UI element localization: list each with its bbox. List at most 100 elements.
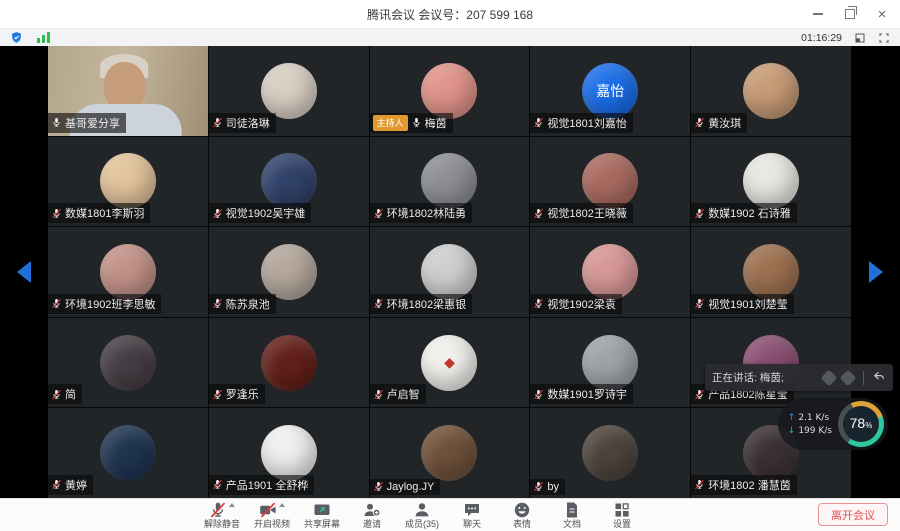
- avatar: [582, 335, 638, 391]
- reply-arrow-icon[interactable]: [871, 369, 886, 387]
- participant-tile[interactable]: 罗逢乐: [209, 318, 369, 408]
- participant-tile[interactable]: 主持人 梅茵: [370, 46, 530, 136]
- participant-tile[interactable]: 环境1902班李思敏: [48, 227, 208, 317]
- participant-name: 视觉1802王晓薇: [547, 205, 626, 221]
- participant-tile[interactable]: 数媒1901罗诗宇: [530, 318, 690, 408]
- minimize-button[interactable]: [810, 6, 826, 22]
- avatar: [743, 244, 799, 300]
- participant-tile[interactable]: 产品1901 全舒桦: [209, 408, 369, 498]
- caret-up-icon[interactable]: [229, 503, 235, 507]
- participant-nametag: 黄汝琪: [691, 113, 747, 133]
- toolbar-button[interactable]: 聊天: [449, 501, 496, 529]
- toolbar-button-label: 邀请: [363, 520, 381, 529]
- network-signal-icon[interactable]: [37, 32, 50, 43]
- participant-tile[interactable]: 简: [48, 318, 208, 408]
- participant-nametag: 视觉1801刘嘉怡: [530, 113, 632, 133]
- mic-status-icon: [533, 117, 544, 128]
- participant-tile[interactable]: 嘉怡 视觉1801刘嘉怡: [530, 46, 690, 136]
- layout-switch-icon[interactable]: [854, 32, 866, 44]
- avatar: [100, 153, 156, 209]
- participant-name: Jaylog.JY: [387, 481, 435, 493]
- caret-up-icon[interactable]: [279, 503, 285, 507]
- participant-nametag: 视觉1901刘楚莹: [691, 294, 793, 314]
- participant-tile[interactable]: 视觉1902吴宇雄: [209, 137, 369, 227]
- security-shield-icon[interactable]: [10, 31, 23, 44]
- next-page-arrow[interactable]: [869, 261, 883, 283]
- close-button[interactable]: ×: [874, 6, 890, 22]
- toolbar-button-label: 设置: [613, 520, 631, 529]
- toolbar-button[interactable]: 共享屏幕: [299, 501, 346, 529]
- avatar: [261, 244, 317, 300]
- toolbar-button-label: 开启视频: [254, 520, 290, 529]
- speaking-toast-text: 正在讲话: 梅茵;: [712, 370, 784, 385]
- avatar: [743, 153, 799, 209]
- participant-tile[interactable]: 视觉1902梁袁: [530, 227, 690, 317]
- participant-name: 数媒1801李斯羽: [65, 205, 144, 221]
- window-titlebar: 腾讯会议 会议号：207 599 168 ×: [0, 0, 900, 29]
- participant-nametag: 环境1802梁惠银: [370, 294, 472, 314]
- participant-nametag: 基哥爱分享: [48, 113, 126, 133]
- participant-name: 视觉1902梁袁: [547, 296, 615, 312]
- participant-nametag: 主持人 梅茵: [370, 113, 453, 133]
- meeting-timer: 01:16:29: [801, 32, 842, 44]
- avatar: [421, 244, 477, 300]
- participant-tile[interactable]: 基哥爱分享: [48, 46, 208, 136]
- participant-tile[interactable]: by: [530, 408, 690, 498]
- prev-page-arrow[interactable]: [17, 261, 31, 283]
- participant-tile[interactable]: Jaylog.JY: [370, 408, 530, 498]
- toast-divider: [863, 371, 864, 385]
- participant-tile[interactable]: 视觉1901刘楚莹: [691, 227, 851, 317]
- avatar: [261, 335, 317, 391]
- avatar: ◆: [421, 335, 477, 391]
- mic-status-icon: [373, 298, 384, 309]
- bottom-toolbar: 解除静音 开启视频 共享屏幕 邀请 成员(35) 聊天 表情 文档 设置 离开会…: [0, 498, 900, 531]
- video-grid-stage: 基哥爱分享 司徒洛琳 主持人 梅茵 嘉怡 视觉1801刘嘉怡 黄汝琪: [0, 46, 900, 498]
- participant-tile[interactable]: 环境1802林陆勇: [370, 137, 530, 227]
- participant-tile[interactable]: 环境1802梁惠银: [370, 227, 530, 317]
- participant-name: 黄婷: [65, 477, 87, 493]
- mic-status-icon: [212, 389, 223, 400]
- participant-tile[interactable]: 数媒1801李斯羽: [48, 137, 208, 227]
- avatar: [421, 153, 477, 209]
- toolbar-button[interactable]: 解除静音: [199, 501, 246, 529]
- toolbar-button[interactable]: 开启视频: [249, 501, 296, 529]
- participant-name: 环境1802 潘慧茵: [708, 477, 791, 493]
- fullscreen-icon[interactable]: [878, 32, 890, 44]
- mic-status-icon: [694, 208, 705, 219]
- download-arrow-icon: ↓: [788, 426, 796, 436]
- participant-tile[interactable]: 司徒洛琳: [209, 46, 369, 136]
- avatar: [261, 153, 317, 209]
- participant-name: 视觉1801刘嘉怡: [547, 115, 626, 131]
- host-badge: 主持人: [373, 115, 408, 131]
- leave-meeting-button[interactable]: 离开会议: [818, 503, 888, 526]
- participant-name: 卢启智: [387, 386, 420, 402]
- maximize-button[interactable]: [842, 6, 858, 22]
- participant-tile[interactable]: 黄汝琪: [691, 46, 851, 136]
- mic-status-icon: [533, 481, 544, 492]
- participant-tile[interactable]: 产品1802陈星莹: [691, 318, 851, 408]
- mic-status-icon: [694, 479, 705, 490]
- participant-tile[interactable]: 视觉1802王晓薇: [530, 137, 690, 227]
- participant-tile[interactable]: ◆ 卢启智: [370, 318, 530, 408]
- participant-tile[interactable]: 陈苏泉池: [209, 227, 369, 317]
- network-indicator: ↑2.1 K/s ↓199 K/s 78%: [778, 398, 888, 450]
- infobar-right: 01:16:29: [801, 32, 890, 44]
- meeting-infobar: 01:16:29: [0, 29, 900, 46]
- toolbar-button[interactable]: 邀请: [349, 501, 396, 529]
- gesture-icon: [840, 369, 857, 386]
- participant-tile[interactable]: 数媒1902 石诗雅: [691, 137, 851, 227]
- participant-nametag: 卢启智: [370, 384, 426, 404]
- participant-nametag: 数媒1801李斯羽: [48, 203, 150, 223]
- toolbar-button[interactable]: 文档: [549, 501, 596, 529]
- participant-name: 司徒洛琳: [226, 115, 270, 131]
- participant-nametag: 环境1802林陆勇: [370, 203, 472, 223]
- mic-status-icon: [212, 117, 223, 128]
- toolbar-button[interactable]: 成员(35): [399, 501, 446, 529]
- toolbar-button[interactable]: 表情: [499, 501, 546, 529]
- avatar: [100, 244, 156, 300]
- participant-tile[interactable]: 黄婷: [48, 408, 208, 498]
- toolbar-button[interactable]: 设置: [599, 501, 646, 529]
- participant-name: 基哥爱分享: [65, 115, 120, 131]
- participant-nametag: 数媒1902 石诗雅: [691, 203, 797, 223]
- window-title: 腾讯会议 会议号：207 599 168: [0, 6, 900, 23]
